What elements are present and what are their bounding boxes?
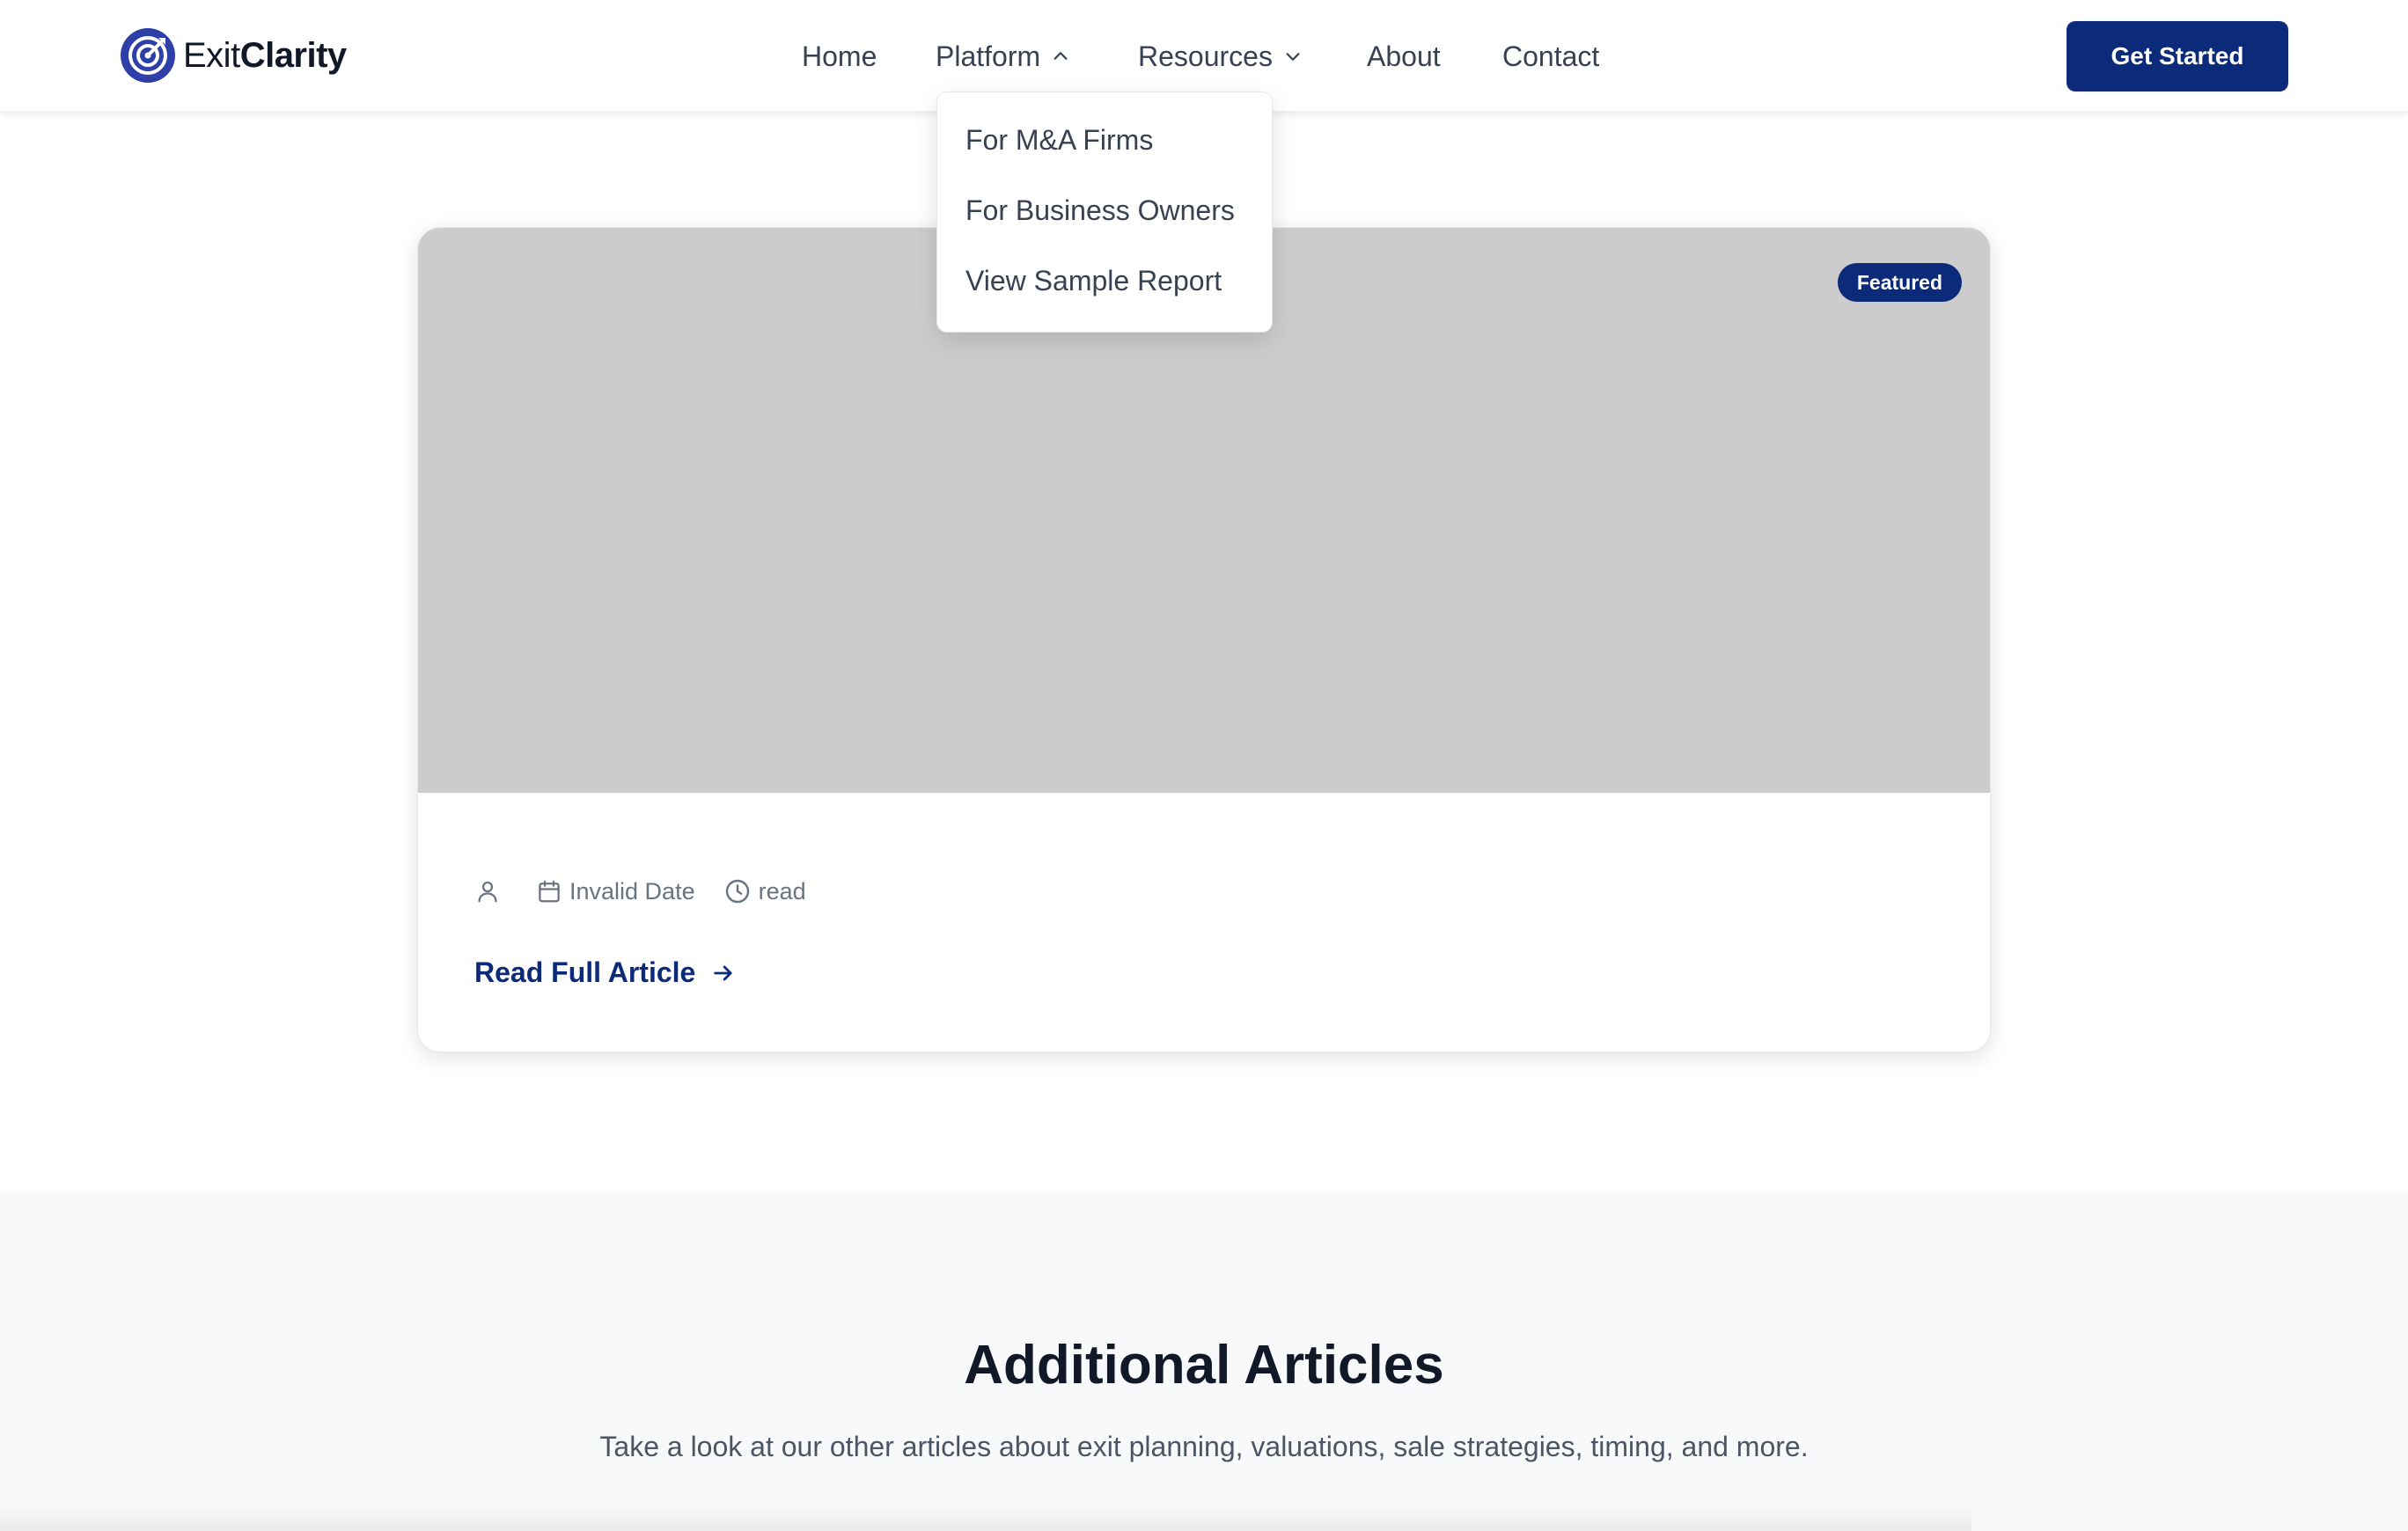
date-meta: Invalid Date — [536, 878, 695, 905]
calendar-icon — [539, 880, 560, 903]
article-meta: Invalid Date read — [474, 877, 834, 905]
read-time-meta: read — [723, 877, 806, 905]
nav-platform-label: Platform — [936, 40, 1041, 72]
nav-about-label: About — [1367, 40, 1441, 72]
clock-icon — [725, 879, 749, 904]
nav-contact-label: Contact — [1502, 40, 1600, 72]
chevron-down-icon — [1286, 53, 1300, 61]
platform-dropdown-menu: For M&A Firms For Business Owners View S… — [936, 92, 1273, 333]
dropdown-item-business-owners[interactable]: For Business Owners — [965, 194, 1235, 227]
nav-platform[interactable]: Platform — [936, 35, 1070, 77]
article-date: Invalid Date — [569, 877, 695, 905]
dropdown-item-ma-firms[interactable]: For M&A Firms — [965, 124, 1153, 157]
nav-home[interactable]: Home — [802, 35, 877, 77]
card-row-shadow — [0, 1505, 1971, 1531]
additional-articles-title: Additional Articles — [964, 1335, 1444, 1395]
arrow-right-icon — [714, 965, 732, 980]
brand-name-regular: Exit — [183, 35, 240, 75]
get-started-button[interactable]: Get Started — [2067, 21, 2288, 92]
dropdown-item-sample-report[interactable]: View Sample Report — [965, 265, 1222, 297]
chevron-up-icon — [1054, 52, 1068, 60]
nav-home-label: Home — [802, 40, 877, 72]
featured-article-card[interactable]: Featured Invalid Date read Read Full Art… — [417, 227, 1991, 1052]
target-logo-icon — [121, 28, 175, 83]
nav-resources-label: Resources — [1138, 40, 1273, 72]
additional-articles-section: Additional Articles Take a look at our o… — [0, 1193, 2408, 1531]
brand-logo[interactable]: ExitClarity — [120, 27, 347, 84]
article-read-time: read — [758, 877, 806, 905]
brand-name-bold: Clarity — [239, 35, 348, 75]
read-full-article-link[interactable]: Read Full Article — [474, 956, 736, 989]
nav-resources[interactable]: Resources — [1138, 35, 1303, 77]
brand-name: ExitClarity — [183, 36, 347, 76]
author-meta — [474, 878, 508, 905]
featured-badge: Featured — [1837, 263, 1962, 302]
read-full-article-label: Read Full Article — [474, 956, 696, 988]
nav-about[interactable]: About — [1367, 35, 1441, 77]
nav-contact[interactable]: Contact — [1502, 35, 1599, 77]
user-icon — [478, 881, 497, 903]
additional-articles-subtitle: Take a look at our other articles about … — [599, 1431, 1809, 1462]
